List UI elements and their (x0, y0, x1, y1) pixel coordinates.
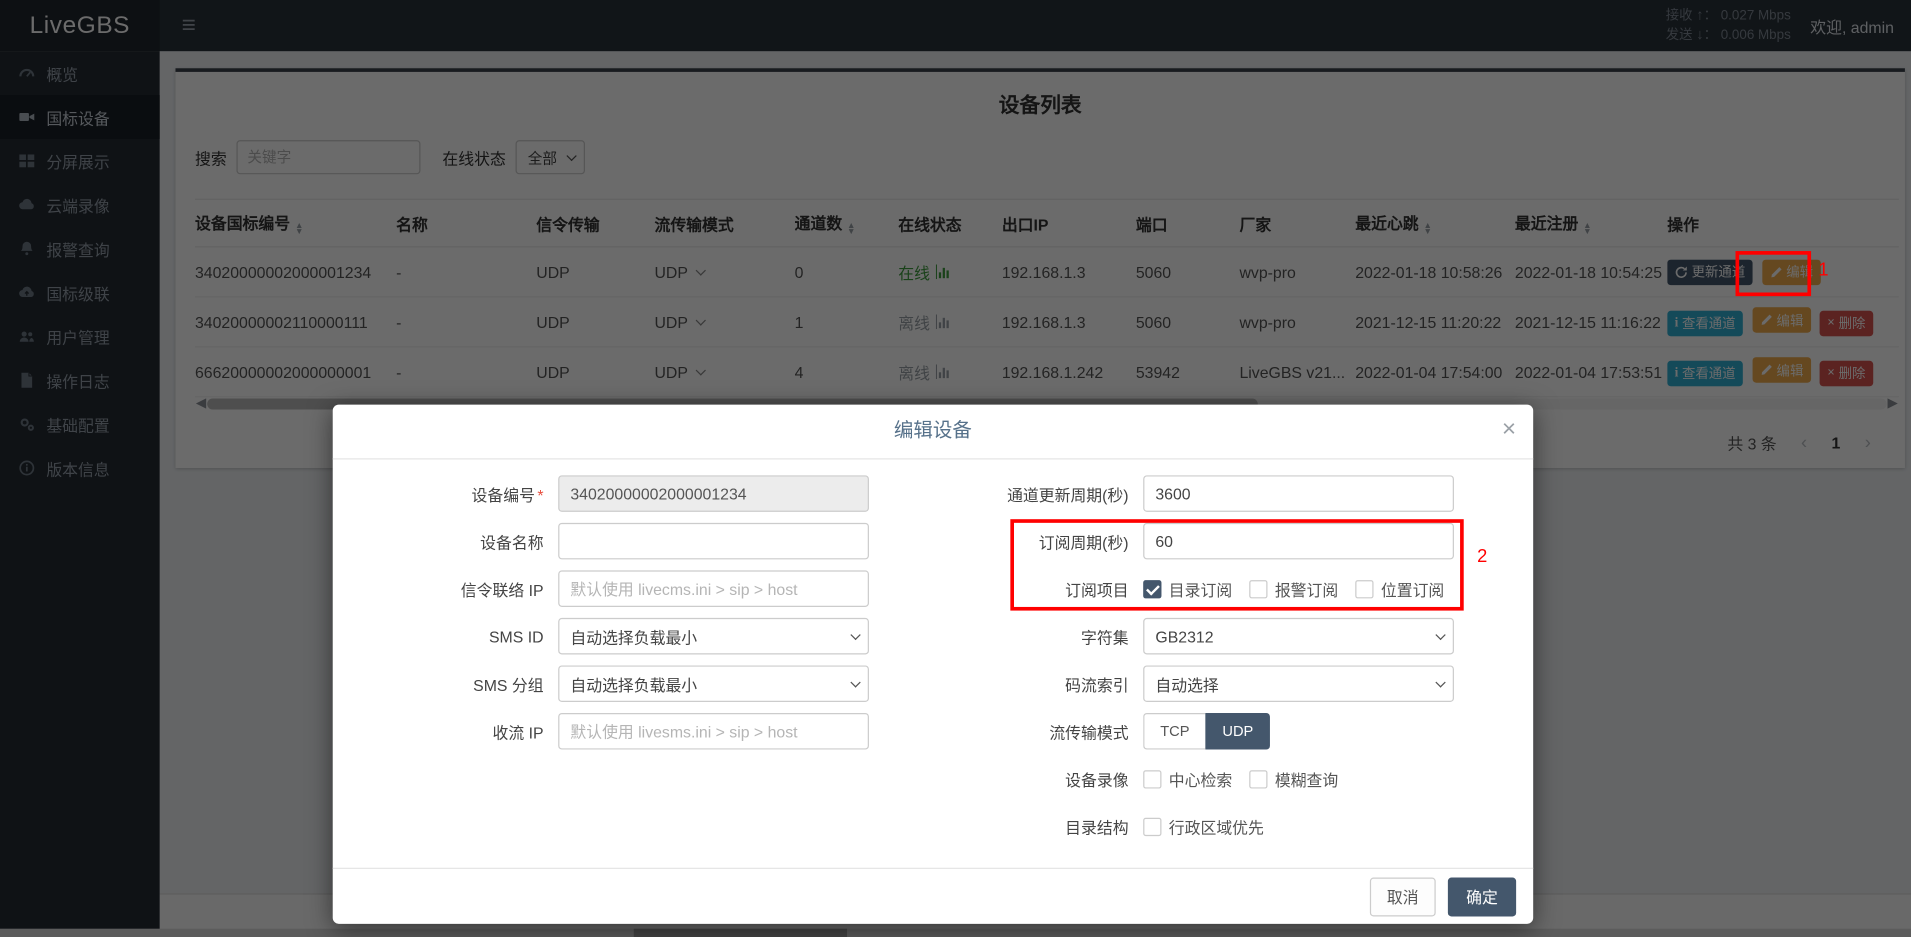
form-row-device-name: 设备名称 (357, 523, 905, 560)
checkbox[interactable] (1143, 770, 1161, 788)
subscribe-period-field[interactable] (1143, 523, 1454, 560)
modal-footer: 取消 确定 (333, 868, 1533, 924)
sms-group-label: SMS 分组 (357, 672, 558, 695)
checkbox-label: 模糊查询 (1275, 767, 1338, 790)
checkbox-fuzzy-query[interactable]: 模糊查询 (1249, 767, 1338, 790)
form-row-sms-group: SMS 分组 自动选择负载最小 (357, 665, 905, 702)
cancel-button[interactable]: 取消 (1370, 877, 1436, 916)
channel-refresh-field[interactable] (1143, 475, 1454, 512)
checkbox-admin-region-first[interactable]: 行政区域优先 (1143, 815, 1264, 838)
dir-structure-group: 行政区域优先 (1143, 815, 1281, 838)
stream-mode-toggle: TCP UDP (1143, 713, 1270, 750)
form-row-device-id: 设备编号* (357, 475, 905, 512)
checkbox-label: 位置订阅 (1381, 577, 1444, 600)
form-column-left: 设备编号* 设备名称 信令联络 IP SMS ID 自动选择负载最小 SMS 分… (357, 475, 905, 760)
chevron-down-icon (850, 630, 860, 640)
chevron-down-icon (1435, 630, 1445, 640)
checkbox-label: 目录订阅 (1169, 577, 1232, 600)
stream-index-label: 码流索引 (942, 672, 1143, 695)
sip-ip-label: 信令联络 IP (357, 577, 558, 600)
sms-id-select[interactable]: 自动选择负载最小 (558, 618, 869, 655)
close-icon[interactable]: × (1502, 417, 1516, 441)
checkbox-label: 中心检索 (1169, 767, 1232, 790)
sip-ip-field[interactable] (558, 570, 869, 607)
modal-title: 编辑设备 (333, 405, 1533, 459)
charset-select[interactable]: GB2312 (1143, 618, 1454, 655)
checkbox[interactable] (1355, 580, 1373, 598)
edit-device-modal: 编辑设备 × 设备编号* 设备名称 信令联络 IP SMS ID (333, 405, 1533, 924)
form-row-subscribe-period: 订阅周期(秒) (942, 523, 1509, 560)
device-record-label: 设备录像 (942, 767, 1143, 790)
device-id-field (558, 475, 869, 512)
subscribe-items-label: 订阅项目 (942, 577, 1143, 600)
device-name-label: 设备名称 (357, 530, 558, 553)
confirm-button[interactable]: 确定 (1448, 877, 1516, 916)
form-row-channel-refresh: 通道更新周期(秒) (942, 475, 1509, 512)
required-mark: * (537, 486, 543, 504)
form-row-recv-ip: 收流 IP (357, 713, 905, 750)
stream-index-select[interactable]: 自动选择 (1143, 665, 1454, 702)
charset-label: 字符集 (942, 625, 1143, 648)
app-root: LiveGBS ≡ 接收 ↑： 0.027 Mbps 发送 ↓： 0.006 M… (0, 0, 1911, 937)
dir-structure-label: 目录结构 (942, 815, 1143, 838)
chevron-down-icon (850, 677, 860, 687)
sms-id-label: SMS ID (357, 627, 558, 645)
recv-ip-field[interactable] (558, 713, 869, 750)
form-row-device-record: 设备录像 中心检索 模糊查询 (942, 761, 1509, 798)
checkbox-position-subscribe[interactable]: 位置订阅 (1355, 577, 1444, 600)
subscribe-period-label: 订阅周期(秒) (942, 530, 1143, 553)
form-row-charset: 字符集 GB2312 (942, 618, 1509, 655)
checkbox-catalog-subscribe[interactable]: 目录订阅 (1143, 577, 1232, 600)
form-row-subscribe-items: 订阅项目 目录订阅 报警订阅 位置订阅 (942, 570, 1509, 607)
checkbox-label: 行政区域优先 (1169, 815, 1264, 838)
checkbox-alarm-subscribe[interactable]: 报警订阅 (1249, 577, 1338, 600)
checkbox-label: 报警订阅 (1275, 577, 1338, 600)
checkbox[interactable] (1249, 770, 1267, 788)
subscribe-options-group: 目录订阅 报警订阅 位置订阅 (1143, 577, 1461, 600)
stream-mode-tcp-button[interactable]: TCP (1143, 713, 1205, 750)
stream-mode-udp-button[interactable]: UDP (1205, 713, 1270, 750)
form-column-right: 通道更新周期(秒) 订阅周期(秒) 订阅项目 目录订阅 报警订阅 位置订阅 (942, 475, 1509, 855)
device-name-field[interactable] (558, 523, 869, 560)
device-record-group: 中心检索 模糊查询 (1143, 767, 1355, 790)
chevron-down-icon (1435, 677, 1445, 687)
channel-refresh-label: 通道更新周期(秒) (942, 482, 1143, 505)
device-id-label: 设备编号* (357, 482, 558, 505)
form-row-stream-mode: 流传输模式 TCP UDP (942, 713, 1509, 750)
checkbox[interactable] (1143, 580, 1161, 598)
checkbox[interactable] (1249, 580, 1267, 598)
stream-mode-label: 流传输模式 (942, 720, 1143, 743)
checkbox-center-search[interactable]: 中心检索 (1143, 767, 1232, 790)
modal-header: 编辑设备 × (333, 405, 1533, 460)
modal-body: 设备编号* 设备名称 信令联络 IP SMS ID 自动选择负载最小 SMS 分… (333, 459, 1533, 867)
form-row-stream-index: 码流索引 自动选择 (942, 665, 1509, 702)
form-row-sip-ip: 信令联络 IP (357, 570, 905, 607)
recv-ip-label: 收流 IP (357, 720, 558, 743)
checkbox[interactable] (1143, 817, 1161, 835)
form-row-dir-structure: 目录结构 行政区域优先 (942, 808, 1509, 845)
sms-group-select[interactable]: 自动选择负载最小 (558, 665, 869, 702)
form-row-sms-id: SMS ID 自动选择负载最小 (357, 618, 905, 655)
